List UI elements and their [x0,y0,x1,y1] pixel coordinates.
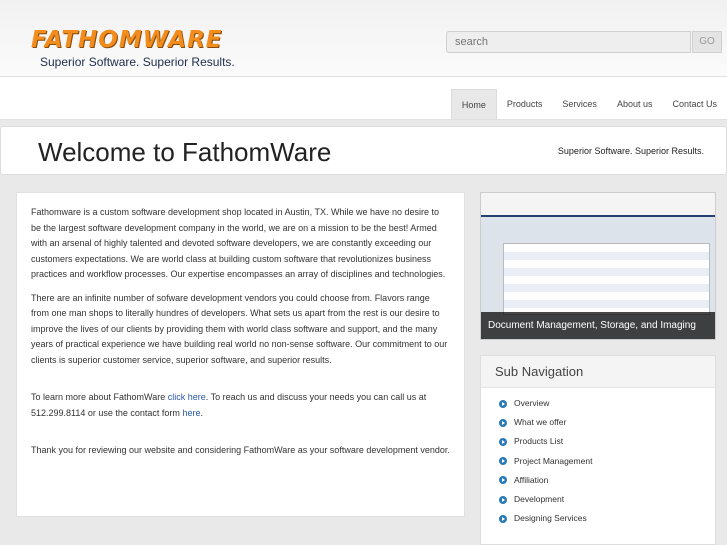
intro-paragraph: Fathomware is a custom software developm… [31,207,446,279]
subnav-label: Products List [514,436,564,447]
arrow-right-icon [499,418,507,427]
thanks-paragraph: Thank you for reviewing our website and … [31,445,450,455]
header-tagline: Superior Software. Superior Results. [40,55,235,69]
main-content: Fathomware is a custom software developm… [16,192,465,517]
sub-navigation: Sub Navigation Overview What we offer Pr… [480,355,716,545]
arrow-right-icon [499,476,507,485]
contact-text-3: . [200,407,203,418]
subnav-item-overview[interactable]: Overview [499,394,715,413]
welcome-banner: Welcome to FathomWare Superior Software.… [0,126,727,175]
arrow-right-icon [499,514,507,523]
arrow-right-icon [499,437,507,446]
subnav-label: Overview [514,398,550,409]
differentiator-paragraph: There are an infinite number of sofware … [31,292,448,365]
search-input[interactable] [446,31,691,53]
welcome-subtitle: Superior Software. Superior Results. [557,146,704,156]
contact-form-link[interactable]: here [182,408,200,418]
site-header: FATHOMWARE Superior Software. Superior R… [0,0,727,76]
subnav-item-affiliation[interactable]: Affiliation [499,471,715,490]
contact-text-1: To learn more about FathomWare [31,392,168,402]
subnav-item-what-we-offer[interactable]: What we offer [499,413,715,432]
subnav-item-designing-services[interactable]: Designing Services [499,509,715,528]
promo-screenshot-table [503,243,710,315]
nav-about-us[interactable]: About us [607,89,663,119]
subnav-label: Development [514,494,565,505]
subnav-item-project-management[interactable]: Project Management [499,452,715,471]
arrow-right-icon [499,495,507,504]
main-nav-bar: Home Products Services About us Contact … [0,76,727,120]
nav-home[interactable]: Home [450,89,497,119]
subnav-item-products-list[interactable]: Products List [499,432,715,451]
subnav-title: Sub Navigation [481,356,715,388]
arrow-right-icon [499,457,507,466]
contact-paragraph: To learn more about FathomWare click her… [31,390,450,421]
nav-products[interactable]: Products [497,89,553,119]
fathomware-logo[interactable]: FATHOMWARE [31,27,223,53]
subnav-label: Project Management [514,455,593,466]
promo-screenshot-header [481,193,715,217]
arrow-right-icon [499,399,507,408]
subnav-label: Affiliation [514,474,549,485]
nav-contact-us[interactable]: Contact Us [662,89,727,119]
search-go-button[interactable]: GO [692,31,722,53]
product-promo[interactable]: Document Management, Storage, and Imagin… [480,192,716,340]
nav-services[interactable]: Services [552,89,607,119]
subnav-label: Designing Services [514,513,587,524]
promo-caption: Document Management, Storage, and Imagin… [481,312,715,339]
learn-more-link[interactable]: click here [168,392,206,402]
page-title: Welcome to FathomWare [38,137,332,167]
main-nav: Home Products Services About us Contact … [450,89,727,119]
subnav-item-development[interactable]: Development [499,490,715,509]
subnav-label: What we offer [514,417,567,428]
